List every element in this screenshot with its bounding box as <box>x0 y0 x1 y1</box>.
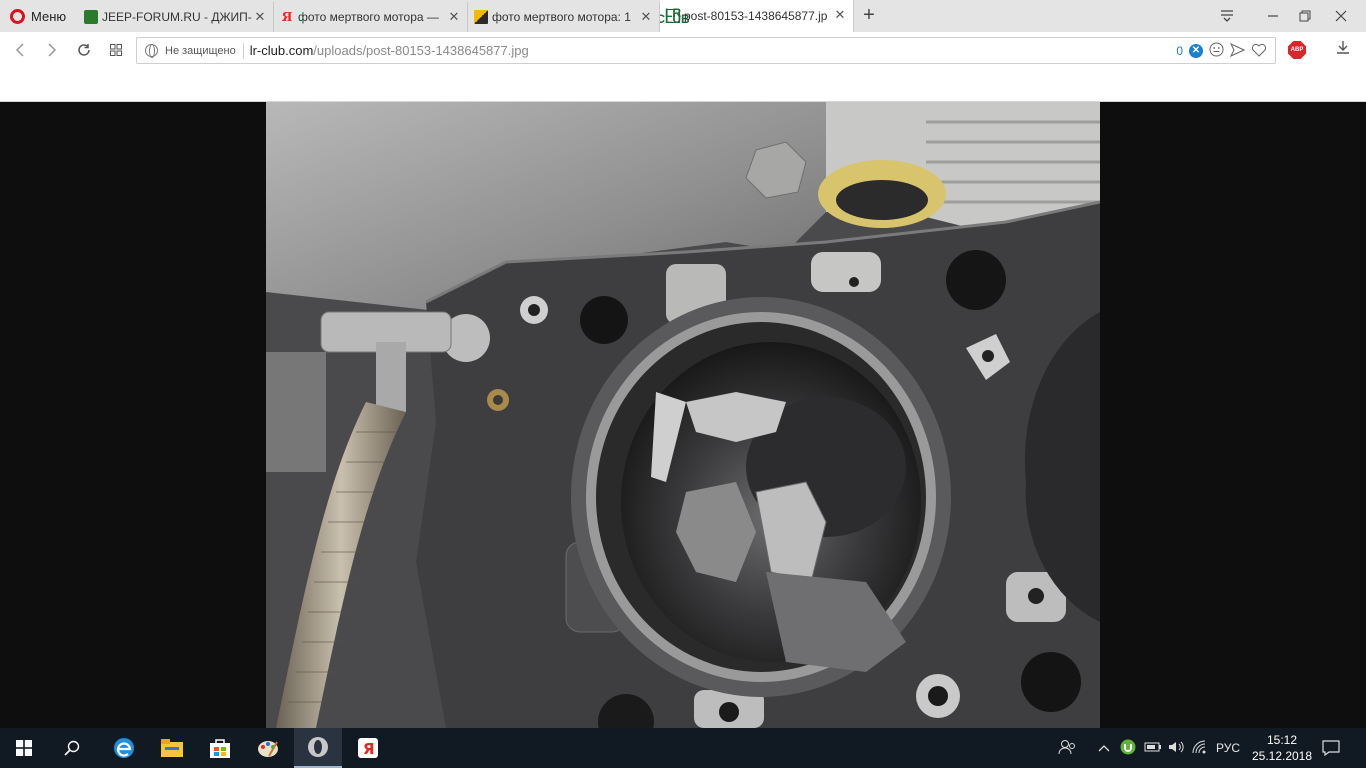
address-bar[interactable]: Не защищено lr-club.com/uploads/post-801… <box>136 37 1276 64</box>
chevron-up-icon[interactable] <box>1098 741 1110 755</box>
globe-icon <box>145 44 158 58</box>
reload-icon[interactable] <box>72 39 96 61</box>
tab-title: post-80153-1438645877.jp <box>684 9 828 23</box>
svg-text:Я: Я <box>363 740 375 758</box>
close-icon[interactable]: ✕ <box>833 7 847 23</box>
edge-icon[interactable] <box>100 728 148 768</box>
windows-taskbar: Я РУС 15:12 25.12.2018 <box>0 728 1366 768</box>
speed-dial-icon[interactable] <box>104 39 128 61</box>
tab-title: JEEP-FORUM.RU - ДЖИП- <box>102 10 252 24</box>
language-indicator[interactable]: РУС <box>1216 741 1240 755</box>
clock-date: 25.12.2018 <box>1251 749 1313 763</box>
security-label: Не защищено <box>165 44 236 57</box>
blocked-ads-count: 0 <box>1176 44 1183 58</box>
close-window-icon[interactable] <box>1318 0 1364 32</box>
network-icon[interactable] <box>1192 740 1208 757</box>
close-icon[interactable]: ✕ <box>253 9 267 25</box>
file-explorer-icon[interactable] <box>148 728 196 768</box>
start-icon[interactable] <box>0 728 48 768</box>
security-indicator[interactable]: Не защищено <box>137 44 236 58</box>
adblock-plus-icon[interactable]: ABP <box>1288 41 1306 59</box>
download-icon[interactable] <box>1336 40 1350 59</box>
tab-lr-club-image[interactable]: LRCLUB post-80153-1438645877.jp ✕ <box>660 0 854 32</box>
tab-menu-icon[interactable] <box>1204 0 1250 32</box>
forward-icon[interactable] <box>40 39 64 61</box>
tab-title: фото мертвого мотора — <box>298 10 439 24</box>
close-icon[interactable]: ✕ <box>447 9 461 25</box>
emoji-icon[interactable] <box>1209 42 1224 60</box>
url-text[interactable]: lr-club.com/uploads/post-80153-143864587… <box>250 43 529 58</box>
tab-title: фото мертвого мотора: 1 <box>492 10 631 24</box>
clock-time: 15:12 <box>1266 733 1298 747</box>
close-icon[interactable]: ✕ <box>639 9 653 25</box>
utorrent-icon[interactable] <box>1120 739 1136 758</box>
paint-icon[interactable] <box>244 728 292 768</box>
jeep-forum-icon <box>84 10 98 24</box>
lr-club-icon: LRCLUB <box>660 6 690 26</box>
opera-icon[interactable] <box>294 728 342 768</box>
battery-icon[interactable] <box>1144 741 1162 756</box>
engine-photo[interactable] <box>266 102 1100 728</box>
address-bar-actions: 0 ✕ <box>1176 42 1267 60</box>
system-tray: РУС <box>1058 728 1240 768</box>
yandex-icon: Я <box>281 10 293 24</box>
image-icon <box>474 10 488 24</box>
yandex-browser-icon[interactable]: Я <box>344 728 392 768</box>
url-path: /uploads/post-80153-1438645877.jpg <box>313 43 529 58</box>
new-tab-button[interactable]: + <box>858 4 880 28</box>
opera-menu-button[interactable]: Меню <box>0 0 76 32</box>
divider <box>242 42 244 59</box>
url-domain: lr-club.com <box>249 43 314 58</box>
back-icon[interactable] <box>8 39 32 61</box>
opera-logo-icon <box>10 8 25 24</box>
search-icon[interactable] <box>48 728 96 768</box>
store-icon[interactable] <box>196 728 244 768</box>
tab-yandex-images[interactable]: фото мертвого мотора: 1 ✕ <box>468 2 660 32</box>
image-viewport <box>0 102 1366 728</box>
tab-yandex-search[interactable]: Я фото мертвого мотора — ✕ <box>274 2 468 32</box>
heart-icon[interactable] <box>1251 43 1267 60</box>
notifications-icon[interactable] <box>1322 728 1340 768</box>
menu-label: Меню <box>31 8 67 24</box>
volume-icon[interactable] <box>1168 740 1184 757</box>
navigation-bar: Не защищено lr-club.com/uploads/post-801… <box>0 32 1366 102</box>
send-icon[interactable] <box>1229 42 1246 60</box>
tab-jeep-forum[interactable]: JEEP-FORUM.RU - ДЖИП- ✕ <box>78 2 274 32</box>
clock[interactable]: 15:12 25.12.2018 <box>1250 732 1314 764</box>
tab-bar: Меню JEEP-FORUM.RU - ДЖИП- ✕ Я фото мерт… <box>0 0 1366 32</box>
ad-blocker-icon[interactable]: ✕ <box>1189 44 1203 58</box>
people-icon[interactable] <box>1058 739 1076 758</box>
